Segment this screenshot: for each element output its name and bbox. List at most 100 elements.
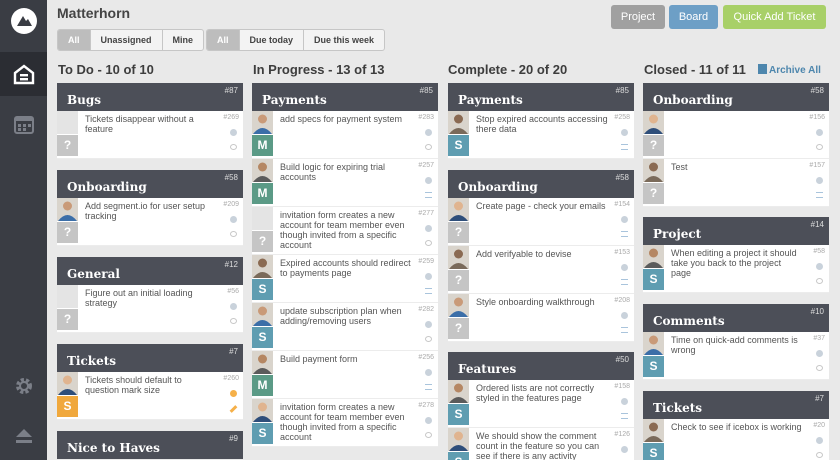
close-ticket-icon[interactable] (816, 177, 823, 184)
assignee-initial[interactable]: S (57, 396, 78, 417)
close-ticket-icon[interactable] (425, 273, 432, 280)
board-button[interactable]: Board (669, 5, 718, 29)
status-circle-icon[interactable] (425, 144, 432, 150)
ticket-card[interactable]: ? Tickets disappear without a feature #269 (57, 111, 243, 159)
assignee-initial[interactable]: ? (643, 135, 664, 156)
assignee-initial[interactable]: S (252, 423, 273, 444)
pencil-icon[interactable] (229, 405, 238, 413)
status-circle-icon[interactable] (816, 452, 823, 458)
list-icon[interactable] (425, 288, 432, 294)
ticket-card[interactable]: Sinvitation form creates a new account f… (252, 399, 438, 447)
filter-unassigned[interactable]: Unassigned (91, 30, 163, 50)
assignee-initial[interactable]: S (252, 279, 273, 300)
close-ticket-icon[interactable] (816, 350, 823, 357)
ticket-card[interactable]: ? invitation form creates a new account f… (252, 207, 438, 255)
ticket-card[interactable]: ? Create page - check your emails #154 (448, 198, 634, 246)
project-button[interactable]: Project (611, 5, 665, 29)
archive-all-link[interactable]: Archive All (758, 64, 821, 76)
filter-all-due[interactable]: All (207, 30, 240, 50)
close-ticket-icon[interactable] (230, 390, 237, 397)
assignee-initial[interactable]: S (643, 356, 664, 377)
close-ticket-icon[interactable] (621, 398, 628, 405)
group-header[interactable]: Tickets #7 (643, 391, 829, 419)
close-ticket-icon[interactable] (230, 129, 237, 136)
close-ticket-icon[interactable] (621, 216, 628, 223)
list-icon[interactable] (816, 192, 823, 198)
ticket-card[interactable]: ? Style onboarding walkthrough #208 (448, 294, 634, 342)
ticket-card[interactable]: S When editing a project it should take y… (643, 245, 829, 293)
close-ticket-icon[interactable] (425, 177, 432, 184)
ticket-card[interactable]: Supdate subscription plan when adding/re… (252, 303, 438, 351)
list-icon[interactable] (425, 192, 432, 198)
ticket-card[interactable]: M Build logic for expiring trial accounts… (252, 159, 438, 207)
close-ticket-icon[interactable] (425, 225, 432, 232)
group-header[interactable]: Onboarding #58 (57, 170, 243, 198)
close-ticket-icon[interactable] (621, 129, 628, 136)
assignee-initial[interactable]: M (252, 183, 273, 204)
assignee-initial[interactable]: ? (448, 270, 469, 291)
status-circle-icon[interactable] (425, 336, 432, 342)
status-circle-icon[interactable] (425, 432, 432, 438)
close-ticket-icon[interactable] (816, 129, 823, 136)
close-ticket-icon[interactable] (425, 129, 432, 136)
status-circle-icon[interactable] (230, 144, 237, 150)
group-header[interactable]: Bugs #87 (57, 83, 243, 111)
assignee-initial[interactable]: ? (57, 135, 78, 156)
group-header[interactable]: Tickets #7 (57, 344, 243, 372)
board-nav-icon[interactable] (0, 52, 47, 96)
group-header[interactable]: General #12 (57, 257, 243, 285)
logo-icon[interactable] (11, 8, 37, 34)
ticket-card[interactable]: M Build payment form #256 (252, 351, 438, 399)
ticket-card[interactable]: S We should show the comment count in the… (448, 428, 634, 460)
group-header[interactable]: Onboarding #58 (448, 170, 634, 198)
ticket-card[interactable]: ? Add verifyable to devise #153 (448, 246, 634, 294)
list-icon[interactable] (425, 384, 432, 390)
gear-icon[interactable] (0, 364, 47, 408)
close-ticket-icon[interactable] (425, 417, 432, 424)
status-circle-icon[interactable] (816, 144, 823, 150)
close-ticket-icon[interactable] (816, 263, 823, 270)
close-ticket-icon[interactable] (621, 446, 628, 453)
assignee-initial[interactable]: ? (57, 309, 78, 330)
ticket-card[interactable]: S Expired accounts should redirect to pay… (252, 255, 438, 303)
filter-mine[interactable]: Mine (163, 30, 204, 50)
filter-due-today[interactable]: Due today (240, 30, 305, 50)
ticket-card[interactable]: ? Add segment.io for user setup tracking #… (57, 198, 243, 246)
group-header[interactable]: Onboarding #58 (643, 83, 829, 111)
status-circle-icon[interactable] (816, 365, 823, 371)
group-header[interactable]: Comments #10 (643, 304, 829, 332)
assignee-initial[interactable]: S (448, 452, 469, 460)
status-circle-icon[interactable] (230, 318, 237, 324)
ticket-card[interactable]: S Ordered lists are not correctly styled … (448, 380, 634, 428)
close-ticket-icon[interactable] (230, 303, 237, 310)
status-circle-icon[interactable] (230, 231, 237, 237)
ticket-card[interactable]: Madd specs for payment system #283 (252, 111, 438, 159)
group-header[interactable]: Nice to Haves #9 (57, 431, 243, 459)
assignee-initial[interactable]: ? (448, 318, 469, 339)
close-ticket-icon[interactable] (230, 216, 237, 223)
close-ticket-icon[interactable] (425, 321, 432, 328)
ticket-card[interactable]: S Stop expired accounts accessing there d… (448, 111, 634, 159)
close-ticket-icon[interactable] (816, 437, 823, 444)
assignee-initial[interactable]: ? (252, 231, 273, 252)
filter-all-assignee[interactable]: All (58, 30, 91, 50)
group-header[interactable]: Project #14 (643, 217, 829, 245)
ticket-card[interactable]: ? Figure out an initial loading strategy #… (57, 285, 243, 333)
group-header[interactable]: Payments #85 (448, 83, 634, 111)
list-icon[interactable] (621, 144, 628, 150)
ticket-card[interactable]: S Tickets should default to question mark… (57, 372, 243, 420)
list-icon[interactable] (621, 231, 628, 237)
ticket-card[interactable]: S Check to see if icebox is working #20 (643, 419, 829, 460)
assignee-initial[interactable]: S (643, 269, 664, 290)
status-circle-icon[interactable] (425, 240, 432, 246)
assignee-initial[interactable]: S (448, 404, 469, 425)
status-circle-icon[interactable] (816, 278, 823, 284)
calendar-icon[interactable] (0, 102, 47, 146)
assignee-initial[interactable]: ? (448, 222, 469, 243)
group-header[interactable]: Payments #85 (252, 83, 438, 111)
close-ticket-icon[interactable] (425, 369, 432, 376)
close-ticket-icon[interactable] (621, 264, 628, 271)
ticket-card[interactable]: ? #156 (643, 111, 829, 159)
assignee-initial[interactable]: ? (57, 222, 78, 243)
quick-add-ticket-button[interactable]: Quick Add Ticket (723, 5, 826, 29)
